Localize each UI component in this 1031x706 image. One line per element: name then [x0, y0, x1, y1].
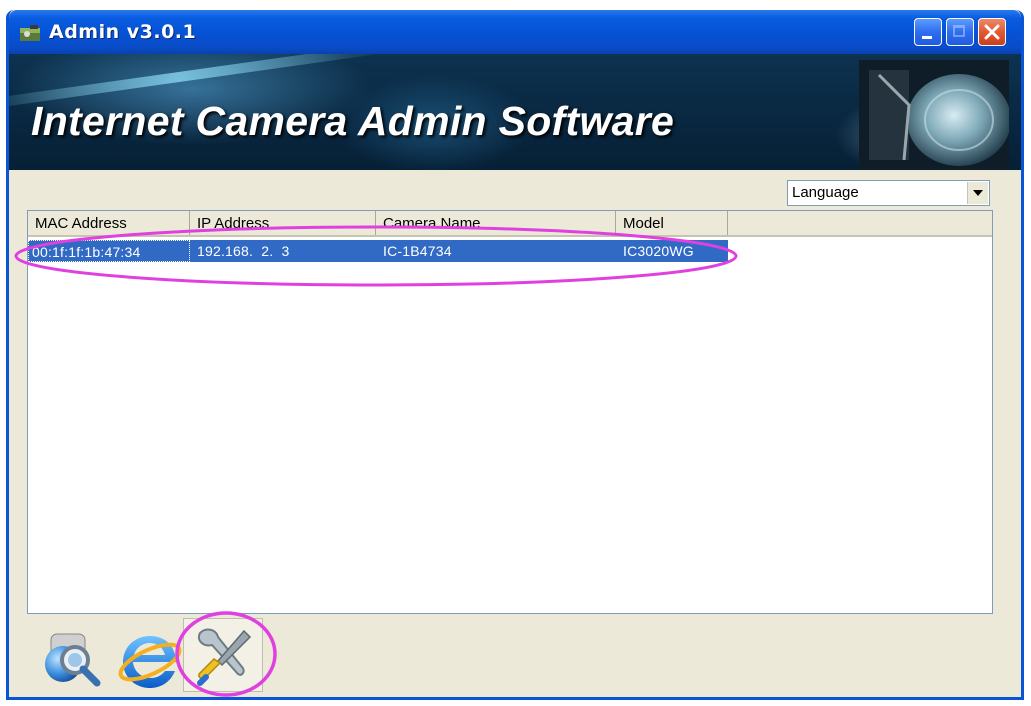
maximize-button[interactable]: [946, 18, 974, 46]
column-header-camera-name[interactable]: Camera Name: [376, 211, 616, 235]
close-icon: [984, 24, 1000, 40]
search-icon[interactable]: [37, 626, 107, 692]
app-icon: [20, 25, 40, 41]
internet-explorer-icon[interactable]: [113, 626, 183, 692]
column-header-ip-address[interactable]: IP Address: [190, 211, 376, 235]
window-title: Admin v3.0.1: [49, 21, 197, 43]
title-bar[interactable]: Admin v3.0.1: [9, 10, 1021, 54]
admin-window: Admin v3.0.1 Internet Camera Admin Softw…: [6, 10, 1024, 700]
cell-camera-name: IC-1B4734: [383, 243, 452, 259]
tools-icon: [197, 628, 252, 686]
list-header: MAC Address IP Address Camera Name Model: [28, 211, 992, 237]
cell-ip-address: 192.168. 2. 3: [197, 243, 290, 259]
tools-button[interactable]: [183, 618, 263, 692]
language-select[interactable]: Language: [787, 180, 990, 206]
camera-list[interactable]: MAC Address IP Address Camera Name Model…: [27, 210, 993, 614]
banner: Internet Camera Admin Software: [9, 54, 1021, 170]
list-item[interactable]: 00:1f:1f:1b:47:34 192.168. 2. 3 IC-1B473…: [28, 240, 728, 262]
banner-title: Internet Camera Admin Software: [31, 98, 675, 144]
close-button[interactable]: [978, 18, 1006, 46]
language-select-value: Language: [792, 184, 859, 201]
cell-mac-address: 00:1f:1f:1b:47:34: [28, 240, 190, 262]
chevron-down-icon[interactable]: [967, 182, 988, 204]
column-header-mac-address[interactable]: MAC Address: [28, 211, 190, 235]
minimize-button[interactable]: [914, 18, 942, 46]
camera-lens-graphic: [859, 60, 1009, 170]
column-header-model[interactable]: Model: [616, 211, 728, 235]
cell-model: IC3020WG: [623, 243, 694, 259]
